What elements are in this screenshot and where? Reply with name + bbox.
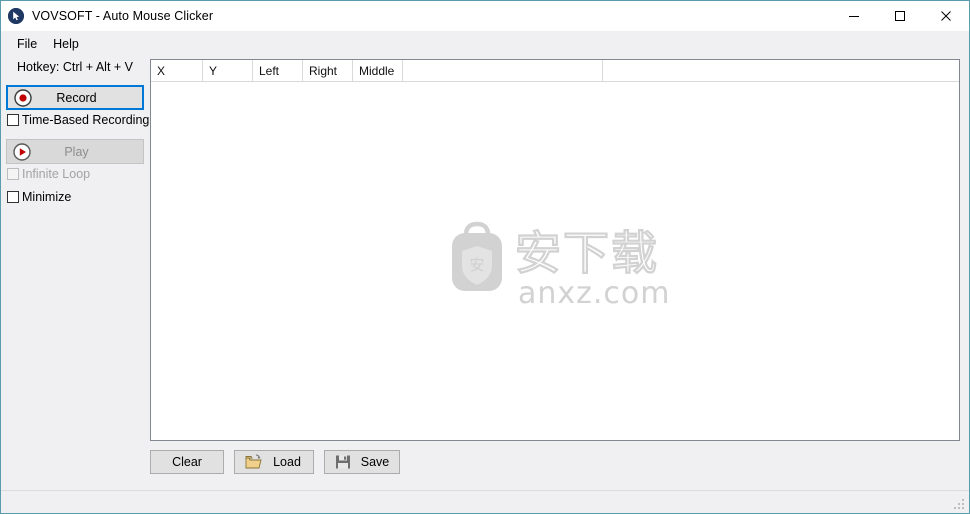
column-header-x[interactable]: X [151, 60, 203, 82]
table-body[interactable]: 安 安 下 载 anxz.com [151, 82, 959, 440]
click-events-table[interactable]: X Y Left Right Middle 安 安 下 载 anxz.com [150, 59, 960, 441]
main-content: Hotkey: Ctrl + Alt + V Record Time-Based… [1, 56, 969, 490]
menu-item-file[interactable]: File [9, 35, 45, 53]
checkbox-box[interactable] [7, 114, 19, 126]
title-bar[interactable]: VOVSOFT - Auto Mouse Clicker [1, 1, 969, 31]
clear-button[interactable]: Clear [150, 450, 224, 474]
record-circle-icon [13, 88, 33, 108]
column-header-middle[interactable]: Middle [353, 60, 403, 82]
app-window: VOVSOFT - Auto Mouse Clicker File Help H… [0, 0, 970, 514]
close-button[interactable] [923, 1, 969, 31]
infinite-loop-checkbox: Infinite Loop [7, 167, 90, 181]
column-header-spacer[interactable] [403, 60, 603, 82]
load-button[interactable]: Load [234, 450, 314, 474]
floppy-disk-icon [335, 454, 352, 470]
menu-bar: File Help [1, 31, 969, 56]
minimize-button[interactable] [831, 1, 877, 31]
save-button[interactable]: Save [324, 450, 400, 474]
minimize-icon [849, 16, 859, 17]
checkbox-box [7, 168, 19, 180]
hotkey-label: Hotkey: Ctrl + Alt + V [16, 60, 133, 74]
play-button-label: Play [64, 144, 89, 159]
column-header-right[interactable]: Right [303, 60, 353, 82]
resize-grip-icon[interactable] [952, 497, 966, 511]
time-based-recording-checkbox[interactable]: Time-Based Recording [7, 113, 149, 127]
watermark-domain: anxz.com [518, 276, 670, 311]
folder-open-icon [245, 454, 262, 470]
play-circle-icon [12, 142, 32, 162]
control-sidebar: Hotkey: Ctrl + Alt + V Record Time-Based… [1, 56, 149, 490]
anxz-watermark: 安 安 下 载 anxz.com [440, 211, 670, 311]
status-bar [1, 490, 969, 513]
column-header-left[interactable]: Left [253, 60, 303, 82]
record-button[interactable]: Record [6, 85, 144, 110]
mouse-cursor-icon [8, 8, 24, 24]
time-based-recording-label: Time-Based Recording [22, 113, 150, 127]
play-button[interactable]: Play [6, 139, 144, 164]
maximize-icon [895, 11, 905, 21]
table-header-row: X Y Left Right Middle [151, 60, 959, 82]
close-icon [941, 11, 951, 21]
column-header-y[interactable]: Y [203, 60, 253, 82]
shield-glyph: 安 [469, 256, 484, 274]
record-button-label: Record [56, 90, 97, 105]
action-button-bar: Clear Load Save [150, 450, 400, 474]
minimize-label: Minimize [22, 190, 72, 204]
watermark-glyph-2: 下 [563, 226, 609, 280]
menu-item-help[interactable]: Help [45, 35, 87, 53]
save-button-label: Save [360, 455, 390, 469]
minimize-checkbox[interactable]: Minimize [7, 190, 71, 204]
load-button-label: Load [273, 455, 301, 469]
watermark-glyph-3: 载 [611, 226, 657, 280]
clear-button-label: Clear [172, 455, 202, 469]
infinite-loop-label: Infinite Loop [22, 167, 91, 181]
maximize-button[interactable] [877, 1, 923, 31]
watermark-glyph-1: 安 [515, 226, 561, 280]
checkbox-box[interactable] [7, 191, 19, 203]
window-title: VOVSOFT - Auto Mouse Clicker [32, 9, 214, 23]
window-controls [831, 1, 969, 31]
